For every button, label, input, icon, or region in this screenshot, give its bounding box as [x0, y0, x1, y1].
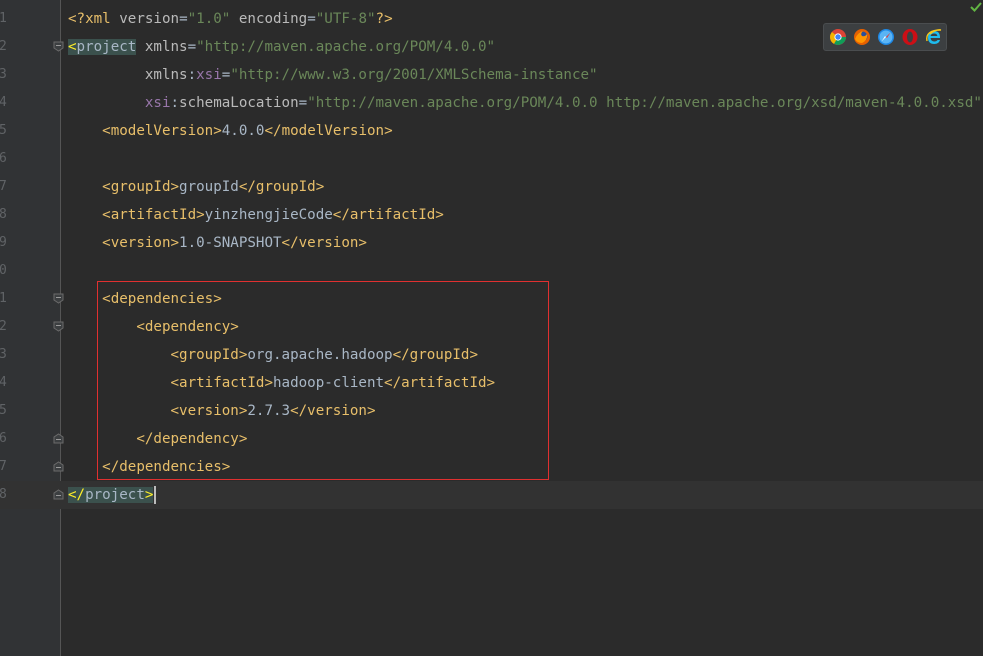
fold-toggle-icon[interactable] [53, 293, 64, 304]
code-token: <version> [102, 235, 180, 251]
code-token: 1.0-SNAPSHOT [179, 235, 282, 251]
code-text[interactable]: <modelVersion>4.0.0</modelVersion> [68, 117, 393, 145]
opera-icon[interactable] [901, 28, 919, 46]
code-token: "1.0" [187, 11, 231, 27]
code-text[interactable]: <artifactId>yinzhengjieCode</artifactId> [68, 201, 444, 229]
firefox-icon[interactable] [853, 28, 871, 46]
code-token: xsi [196, 67, 222, 83]
code-line[interactable]: 5 <modelVersion>4.0.0</modelVersion> [0, 117, 983, 145]
code-line[interactable]: 7 <groupId>groupId</groupId> [0, 173, 983, 201]
code-token: </ [68, 487, 86, 503]
code-text[interactable]: <?xml version="1.0" encoding="UTF-8"?> [68, 5, 393, 33]
code-line[interactable]: 8 </project> [0, 481, 983, 509]
line-number: 3 [0, 67, 7, 82]
code-text[interactable]: xmlns:xsi="http://www.w3.org/2001/XMLSch… [68, 61, 598, 89]
code-token: "http://www.w3.org/2001/XMLSchema-instan… [230, 67, 598, 83]
code-token: "http://maven.apache.org/POM/4.0.0" [196, 39, 496, 55]
line-number: 1 [0, 291, 7, 306]
code-token: </version> [281, 235, 367, 251]
code-token: yinzhengjieCode [204, 207, 333, 223]
code-token: </artifactId> [332, 207, 444, 223]
line-number: 7 [0, 459, 7, 474]
fold-toggle-icon[interactable] [53, 321, 64, 332]
code-line[interactable]: 8 <artifactId>yinzhengjieCode</artifactI… [0, 201, 983, 229]
code-line[interactable]: 9 <version>1.0-SNAPSHOT</version> [0, 229, 983, 257]
text-caret [154, 486, 157, 504]
code-token: = [187, 39, 197, 55]
code-token: = [298, 95, 308, 111]
code-token: = [307, 11, 316, 27]
line-number: 1 [0, 11, 7, 26]
code-token: > [144, 487, 154, 503]
code-token: project [76, 39, 137, 55]
checkmark-icon [969, 0, 983, 14]
line-number: 9 [0, 235, 7, 250]
line-number: 4 [0, 375, 7, 390]
line-number: 2 [0, 39, 7, 54]
code-token: groupId [179, 179, 239, 195]
code-text[interactable]: </project> [68, 481, 157, 509]
line-number: 6 [0, 431, 7, 446]
ie-icon[interactable] [925, 28, 943, 46]
line-number: 0 [0, 263, 7, 278]
code-token: </groupId> [238, 179, 325, 195]
code-token: xsi [68, 95, 171, 111]
code-text[interactable]: <groupId>groupId</groupId> [68, 173, 324, 201]
line-number: 2 [0, 319, 7, 334]
code-token: xmlns [136, 39, 188, 55]
line-number: 3 [0, 347, 7, 362]
code-token: < [68, 39, 77, 55]
code-token: ?> [375, 11, 393, 27]
code-token: <? [68, 11, 86, 27]
line-number: 8 [0, 207, 7, 222]
code-token: xml [85, 11, 111, 27]
code-token: <artifactId> [102, 207, 205, 223]
code-text[interactable]: <project xmlns="http://maven.apache.org/… [68, 33, 495, 61]
code-line[interactable]: 4 xsi:schemaLocation="http://maven.apach… [0, 89, 983, 117]
code-token: schemaLocation [179, 95, 299, 111]
code-token: </modelVersion> [264, 123, 393, 139]
code-text[interactable]: <version>1.0-SNAPSHOT</version> [68, 229, 367, 257]
code-token: : [170, 95, 180, 111]
code-token: xmlns [68, 67, 188, 83]
code-line[interactable]: 6 [0, 145, 983, 173]
code-line[interactable]: 3 xmlns:xsi="http://www.w3.org/2001/XMLS… [0, 61, 983, 89]
code-token: = [179, 11, 188, 27]
code-token: <groupId> [102, 179, 180, 195]
fold-toggle-icon[interactable] [53, 433, 64, 444]
line-number: 4 [0, 95, 7, 110]
code-token: "http://maven.apache.org/POM/4.0.0 http:… [307, 95, 982, 111]
code-token: version [110, 11, 180, 27]
fold-toggle-icon[interactable] [53, 489, 64, 500]
code-token: <modelVersion> [102, 123, 222, 139]
chrome-icon[interactable] [829, 28, 847, 46]
code-text[interactable]: xsi:schemaLocation="http://maven.apache.… [68, 89, 982, 117]
browser-preview-toolbar [823, 23, 947, 51]
line-number: 7 [0, 179, 7, 194]
line-number: 5 [0, 123, 7, 138]
line-number: 6 [0, 151, 7, 166]
line-number: 5 [0, 403, 7, 418]
fold-toggle-icon[interactable] [53, 461, 64, 472]
code-token: 4.0.0 [221, 123, 265, 139]
fold-toggle-icon[interactable] [53, 41, 64, 52]
code-token: project [85, 487, 145, 503]
code-token: encoding [230, 11, 308, 27]
code-token: "UTF-8" [315, 11, 376, 27]
safari-icon[interactable] [877, 28, 895, 46]
line-number: 8 [0, 487, 7, 502]
highlight-annotation-box [97, 281, 549, 480]
code-token: : [187, 67, 197, 83]
